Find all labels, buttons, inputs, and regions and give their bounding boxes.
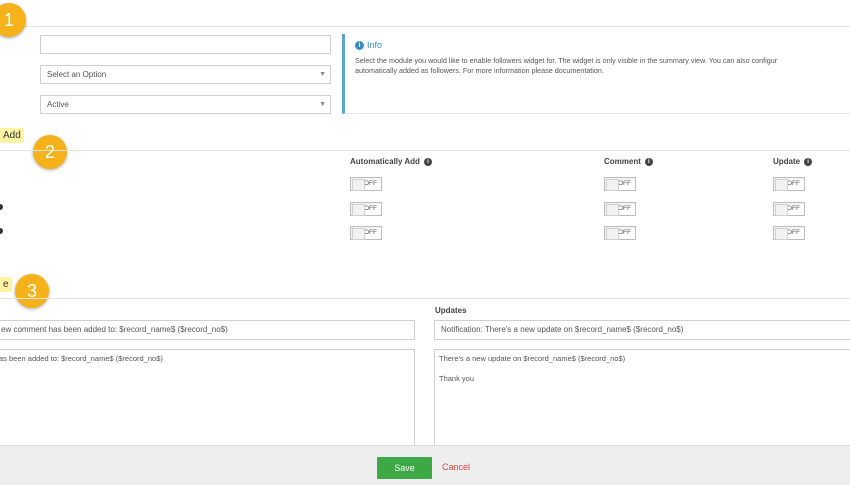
- template-section-heading: e: [0, 277, 12, 292]
- col-update-label: Update: [773, 157, 801, 166]
- toggle-auto-add-row-2[interactable]: OFF: [350, 202, 382, 216]
- status-select[interactable]: Active ▼: [40, 95, 331, 114]
- step-badge-3: 3: [15, 274, 49, 308]
- toggle-update-row-1[interactable]: OFF: [773, 177, 805, 191]
- module-select-value: Select an Option: [47, 70, 107, 79]
- toggle-update-row-2[interactable]: OFF: [773, 202, 805, 216]
- info-title-text: Info: [367, 40, 383, 50]
- info-icon: i: [423, 157, 432, 166]
- info-text-line-2: automatically added as followers. For mo…: [355, 66, 604, 75]
- section-3-divider: [0, 298, 850, 299]
- info-panel: i Info Select the module you would like …: [342, 34, 850, 114]
- toggle-comment-row-1[interactable]: OFF: [604, 177, 636, 191]
- info-title: i Info: [355, 40, 850, 50]
- col-automatically-add-label: Automatically Add: [350, 157, 420, 166]
- step-badge-2: 2: [33, 135, 67, 169]
- info-icon: i: [804, 157, 813, 166]
- section-2-divider: [0, 150, 850, 151]
- updates-label: Updates: [435, 306, 467, 315]
- col-comment: Comment i: [604, 157, 653, 166]
- toggle-update-row-3[interactable]: OFF: [773, 226, 805, 240]
- name-input[interactable]: [40, 35, 331, 54]
- status-select-value: Active: [47, 100, 69, 109]
- toggle-comment-row-2[interactable]: OFF: [604, 202, 636, 216]
- info-text-line-1: Select the module you would like to enab…: [355, 56, 778, 65]
- step-badge-1: 1: [0, 3, 26, 37]
- cancel-link[interactable]: Cancel: [442, 462, 470, 472]
- toggle-comment-row-3[interactable]: OFF: [604, 226, 636, 240]
- top-divider: [0, 26, 850, 27]
- chevron-down-icon: ▼: [319, 101, 326, 108]
- chevron-down-icon: ▼: [319, 71, 326, 78]
- info-icon: i: [644, 157, 653, 166]
- toggle-auto-add-row-3[interactable]: OFF: [350, 226, 382, 240]
- col-automatically-add: Automatically Add i: [350, 157, 432, 166]
- comment-subject-input[interactable]: ew comment has been added to: $record_na…: [0, 320, 415, 340]
- save-button[interactable]: Save: [377, 457, 432, 479]
- module-select[interactable]: Select an Option ▼: [40, 65, 331, 84]
- auto-add-section-heading: Add: [0, 128, 24, 143]
- update-body-textarea[interactable]: There's a new update on $record_name$ ($…: [434, 349, 850, 449]
- info-icon: i: [355, 40, 364, 50]
- comment-body-textarea[interactable]: as been added to: $record_name$ ($record…: [0, 349, 415, 449]
- col-comment-label: Comment: [604, 157, 641, 166]
- col-update: Update i: [773, 157, 813, 166]
- row-info-icon: [0, 228, 3, 234]
- toggle-auto-add-row-1[interactable]: OFF: [350, 177, 382, 191]
- row-info-icon: [0, 204, 3, 210]
- update-subject-input[interactable]: Notification: There's a new update on $r…: [434, 320, 850, 340]
